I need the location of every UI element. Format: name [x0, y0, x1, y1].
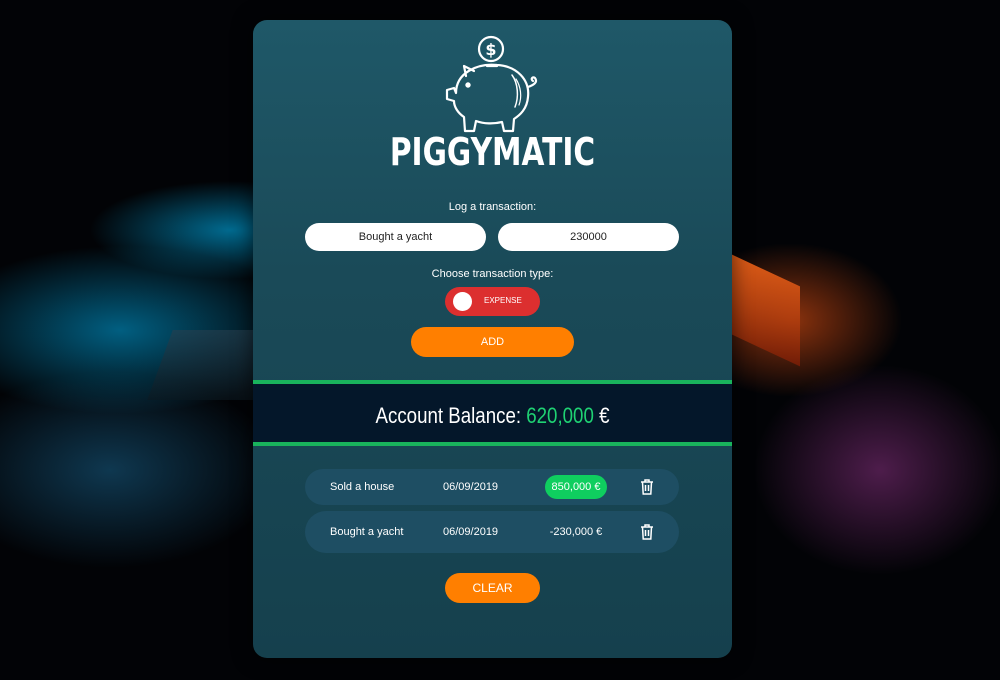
account-balance-bar: Account Balance: 620,000 €	[253, 380, 732, 446]
transaction-amount: -230,000 €	[549, 526, 603, 538]
description-input[interactable]	[305, 223, 486, 251]
clear-button[interactable]: CLEAR	[445, 573, 540, 603]
transaction-description: Sold a house	[330, 481, 395, 493]
svg-text:$: $	[485, 40, 496, 59]
toggle-state-label: EXPENSE	[484, 296, 522, 305]
amount-input[interactable]	[498, 223, 679, 251]
app-title: PIGGYMATIC	[389, 130, 596, 174]
transaction-date: 06/09/2019	[443, 481, 499, 493]
transaction-row: Sold a house 06/09/2019 850,000 €	[305, 469, 679, 505]
toggle-knob[interactable]	[453, 292, 472, 311]
transaction-type-toggle[interactable]: EXPENSE	[445, 287, 540, 316]
add-button[interactable]: ADD	[411, 327, 574, 357]
trash-icon[interactable]	[640, 523, 654, 541]
piggy-bank-icon: $	[445, 35, 538, 133]
balance-currency: €	[599, 403, 610, 428]
transaction-date: 06/09/2019	[443, 526, 499, 538]
balance-label: Account Balance:	[375, 403, 522, 428]
transaction-row: Bought a yacht 06/09/2019 -230,000 €	[305, 511, 679, 553]
app-card: $ PIGGYMATIC Log a transaction: Choose t…	[253, 20, 732, 658]
transaction-type-label: Choose transaction type:	[431, 268, 554, 280]
log-transaction-label: Log a transaction:	[448, 201, 537, 213]
transaction-amount: 850,000 €	[545, 475, 607, 499]
trash-icon[interactable]	[640, 478, 654, 496]
balance-amount: 620,000	[526, 403, 594, 428]
transaction-description: Bought a yacht	[330, 526, 404, 538]
account-balance: Account Balance: 620,000 €	[289, 403, 696, 429]
